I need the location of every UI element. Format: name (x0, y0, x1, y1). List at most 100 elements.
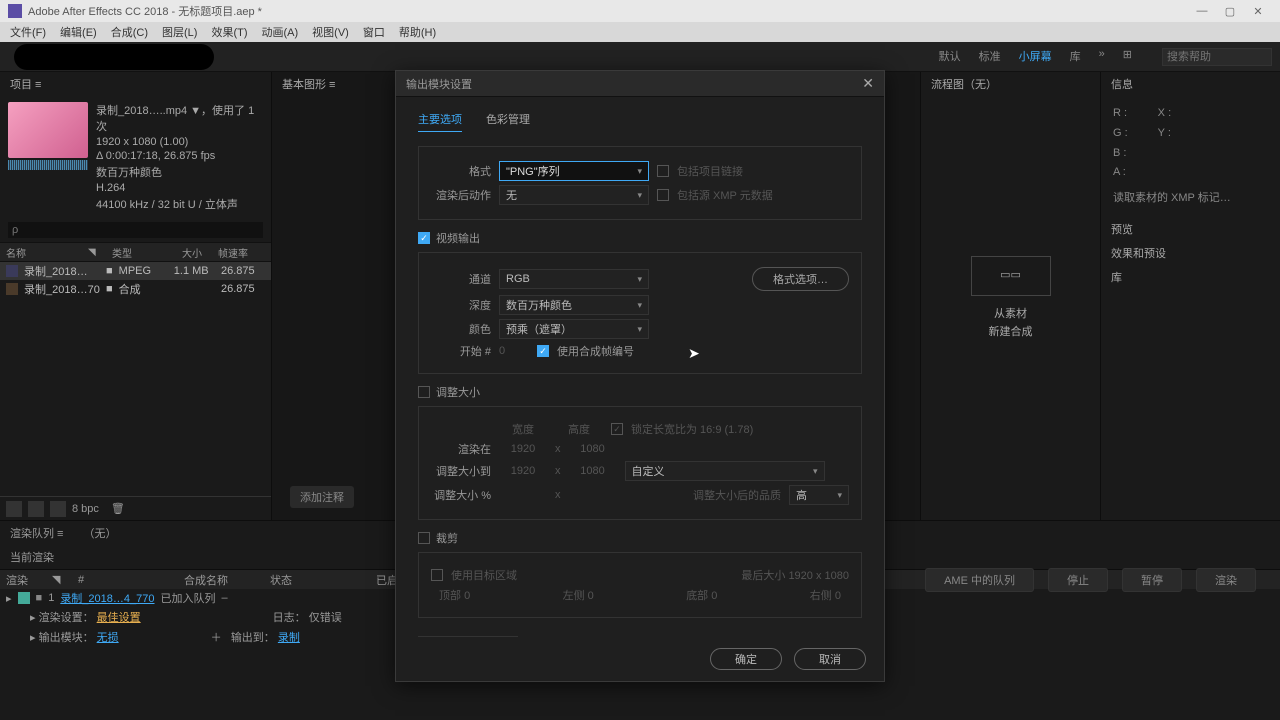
panel-menu-icon[interactable]: ⊞ (1123, 48, 1132, 66)
interpret-icon[interactable] (6, 501, 22, 517)
footage-thumbnail[interactable] (8, 102, 88, 158)
resize-pct-label: 调整大小 % (431, 487, 491, 503)
xmp-status: 读取素材的 XMP 标记… (1113, 189, 1268, 209)
resize-width: 1920 (499, 465, 547, 477)
col-tag[interactable]: ◥ (88, 247, 106, 258)
ok-button[interactable]: 确定 (710, 648, 782, 670)
col-compname[interactable]: 合成名称 (184, 572, 264, 588)
newcomp-icon[interactable] (50, 501, 66, 517)
render-at-label: 渲染在 (431, 441, 491, 457)
output-to-link[interactable]: 录制 (278, 632, 300, 644)
col-status[interactable]: 状态 (270, 572, 370, 588)
depth-select[interactable]: 数百万种颜色▾ (499, 295, 649, 315)
menu-file[interactable]: 文件(F) (4, 22, 52, 42)
clip-codec: H.264 (96, 182, 263, 194)
tool-strip[interactable] (14, 44, 214, 70)
use-comp-frame-checkbox[interactable]: ✓ (537, 345, 549, 357)
help-search-input[interactable] (1162, 48, 1272, 66)
include-proj-link-checkbox[interactable] (657, 165, 669, 177)
workspace-standard[interactable]: 标准 (979, 48, 1001, 66)
preview-tab[interactable]: 预览 (1101, 217, 1280, 241)
expand-icon[interactable]: ▸ (6, 592, 12, 605)
pause-button[interactable]: 暂停 (1122, 568, 1182, 592)
workspace-library[interactable]: 库 (1070, 48, 1081, 66)
menu-effect[interactable]: 效果(T) (205, 22, 253, 42)
stop-button[interactable]: 停止 (1048, 568, 1108, 592)
menubar: 文件(F) 编辑(E) 合成(C) 图层(L) 效果(T) 动画(A) 视图(V… (0, 22, 1280, 42)
row-tag: ■ (106, 265, 113, 277)
workspace-default[interactable]: 默认 (939, 48, 961, 66)
col-name[interactable]: 名称 (6, 245, 82, 260)
col-type[interactable]: 类型 (112, 245, 152, 260)
ess-graphics-tab[interactable]: 基本图形 ≡ (282, 76, 335, 92)
final-size-value: 1920 x 1080 (788, 570, 849, 582)
ame-queue-button[interactable]: AME 中的队列 (925, 568, 1034, 592)
titlebar: Adobe After Effects CC 2018 - 无标题项目.aep … (0, 0, 1280, 22)
workspace-more-icon[interactable]: » (1099, 48, 1105, 66)
col-framerate[interactable]: 帧速率 (208, 245, 248, 260)
col-num[interactable]: # (78, 574, 178, 586)
project-row[interactable]: 录制_2018… ■ MPEG 1.1 MB 26.875 (0, 262, 271, 280)
log-label: 日志： (273, 612, 306, 624)
video-output-checkbox[interactable]: ✓ (418, 232, 430, 244)
newfolder-icon[interactable] (28, 501, 44, 517)
output-module-link[interactable]: 无损 (97, 632, 119, 644)
info-tab[interactable]: 信息 (1101, 72, 1280, 96)
project-row[interactable]: 录制_2018…70 ■ 合成 26.875 (0, 280, 271, 298)
project-search-input[interactable] (8, 222, 263, 238)
start-num-label: 开始 # (431, 343, 491, 359)
format-options-button[interactable]: 格式选项… (752, 267, 849, 291)
postrender-select[interactable]: 无▾ (499, 185, 649, 205)
comp-icon (6, 283, 18, 295)
clip-dur: Δ 0:00:17:18, 26.875 fps (96, 150, 263, 162)
start-num-value[interactable]: 0 (499, 345, 529, 357)
menu-comp[interactable]: 合成(C) (105, 22, 154, 42)
tab-main-options[interactable]: 主要选项 (418, 111, 462, 132)
maximize-button[interactable]: ▢ (1216, 2, 1244, 20)
render-button[interactable]: 渲染 (1196, 568, 1256, 592)
crop-checkbox[interactable] (418, 532, 430, 544)
row-started: – (222, 592, 228, 604)
tab-color-management[interactable]: 色彩管理 (486, 111, 530, 132)
resize-checkbox[interactable] (418, 386, 430, 398)
row-fr: 26.875 (215, 283, 255, 295)
render-checkbox[interactable] (18, 592, 30, 604)
col-tag[interactable]: ◥ (52, 573, 72, 586)
cancel-button[interactable]: 取消 (794, 648, 866, 670)
color-select[interactable]: 预乘（遮罩）▾ (499, 319, 649, 339)
library-tab[interactable]: 库 (1101, 265, 1280, 289)
dialog-close-icon[interactable]: ✕ (862, 75, 874, 92)
log-value[interactable]: 仅错误 (309, 612, 342, 624)
flowchart-tab[interactable]: 流程图（无） (921, 72, 1100, 96)
menu-layer[interactable]: 图层(L) (156, 22, 203, 42)
effects-presets-tab[interactable]: 效果和预设 (1101, 241, 1280, 265)
render-queue-tab[interactable]: 渲染队列 ≡ (10, 525, 63, 541)
project-tab[interactable]: 项目 ≡ (0, 72, 271, 96)
col-size[interactable]: 大小 (158, 245, 202, 260)
g-label: G : (1113, 124, 1128, 144)
render-settings-link[interactable]: 最佳设置 (97, 612, 141, 624)
menu-window[interactable]: 窗口 (357, 22, 391, 42)
row-comp-name[interactable]: 录制_2018…4_770 (60, 590, 154, 606)
trash-icon[interactable]: 🗑 (111, 502, 125, 515)
menu-animation[interactable]: 动画(A) (256, 22, 305, 42)
postrender-label: 渲染后动作 (431, 187, 491, 203)
menu-help[interactable]: 帮助(H) (393, 22, 442, 42)
footage-icon (6, 265, 18, 277)
lock-ar-checkbox: ✓ (611, 423, 623, 435)
menu-view[interactable]: 视图(V) (306, 22, 355, 42)
bpc-label[interactable]: 8 bpc (72, 503, 99, 515)
menu-edit[interactable]: 编辑(E) (54, 22, 103, 42)
close-button[interactable]: ✕ (1244, 2, 1272, 20)
format-select[interactable]: "PNG"序列▾ (499, 161, 649, 181)
dialog-titlebar[interactable]: 输出模块设置 ✕ (396, 71, 884, 97)
minimize-button[interactable]: — (1188, 2, 1216, 20)
workspace-small[interactable]: 小屏幕 (1019, 48, 1052, 66)
col-render[interactable]: 渲染 (6, 572, 46, 588)
include-xmp-checkbox[interactable] (657, 189, 669, 201)
clip-name[interactable]: 录制_2018…..mp4 ▼ (96, 105, 201, 117)
rq-buttons: AME 中的队列 停止 暂停 渲染 (925, 568, 1256, 592)
new-comp-icon[interactable]: ▭▭ (971, 256, 1051, 296)
add-note-button[interactable]: 添加注释 (290, 486, 354, 508)
channel-select[interactable]: RGB▾ (499, 269, 649, 289)
